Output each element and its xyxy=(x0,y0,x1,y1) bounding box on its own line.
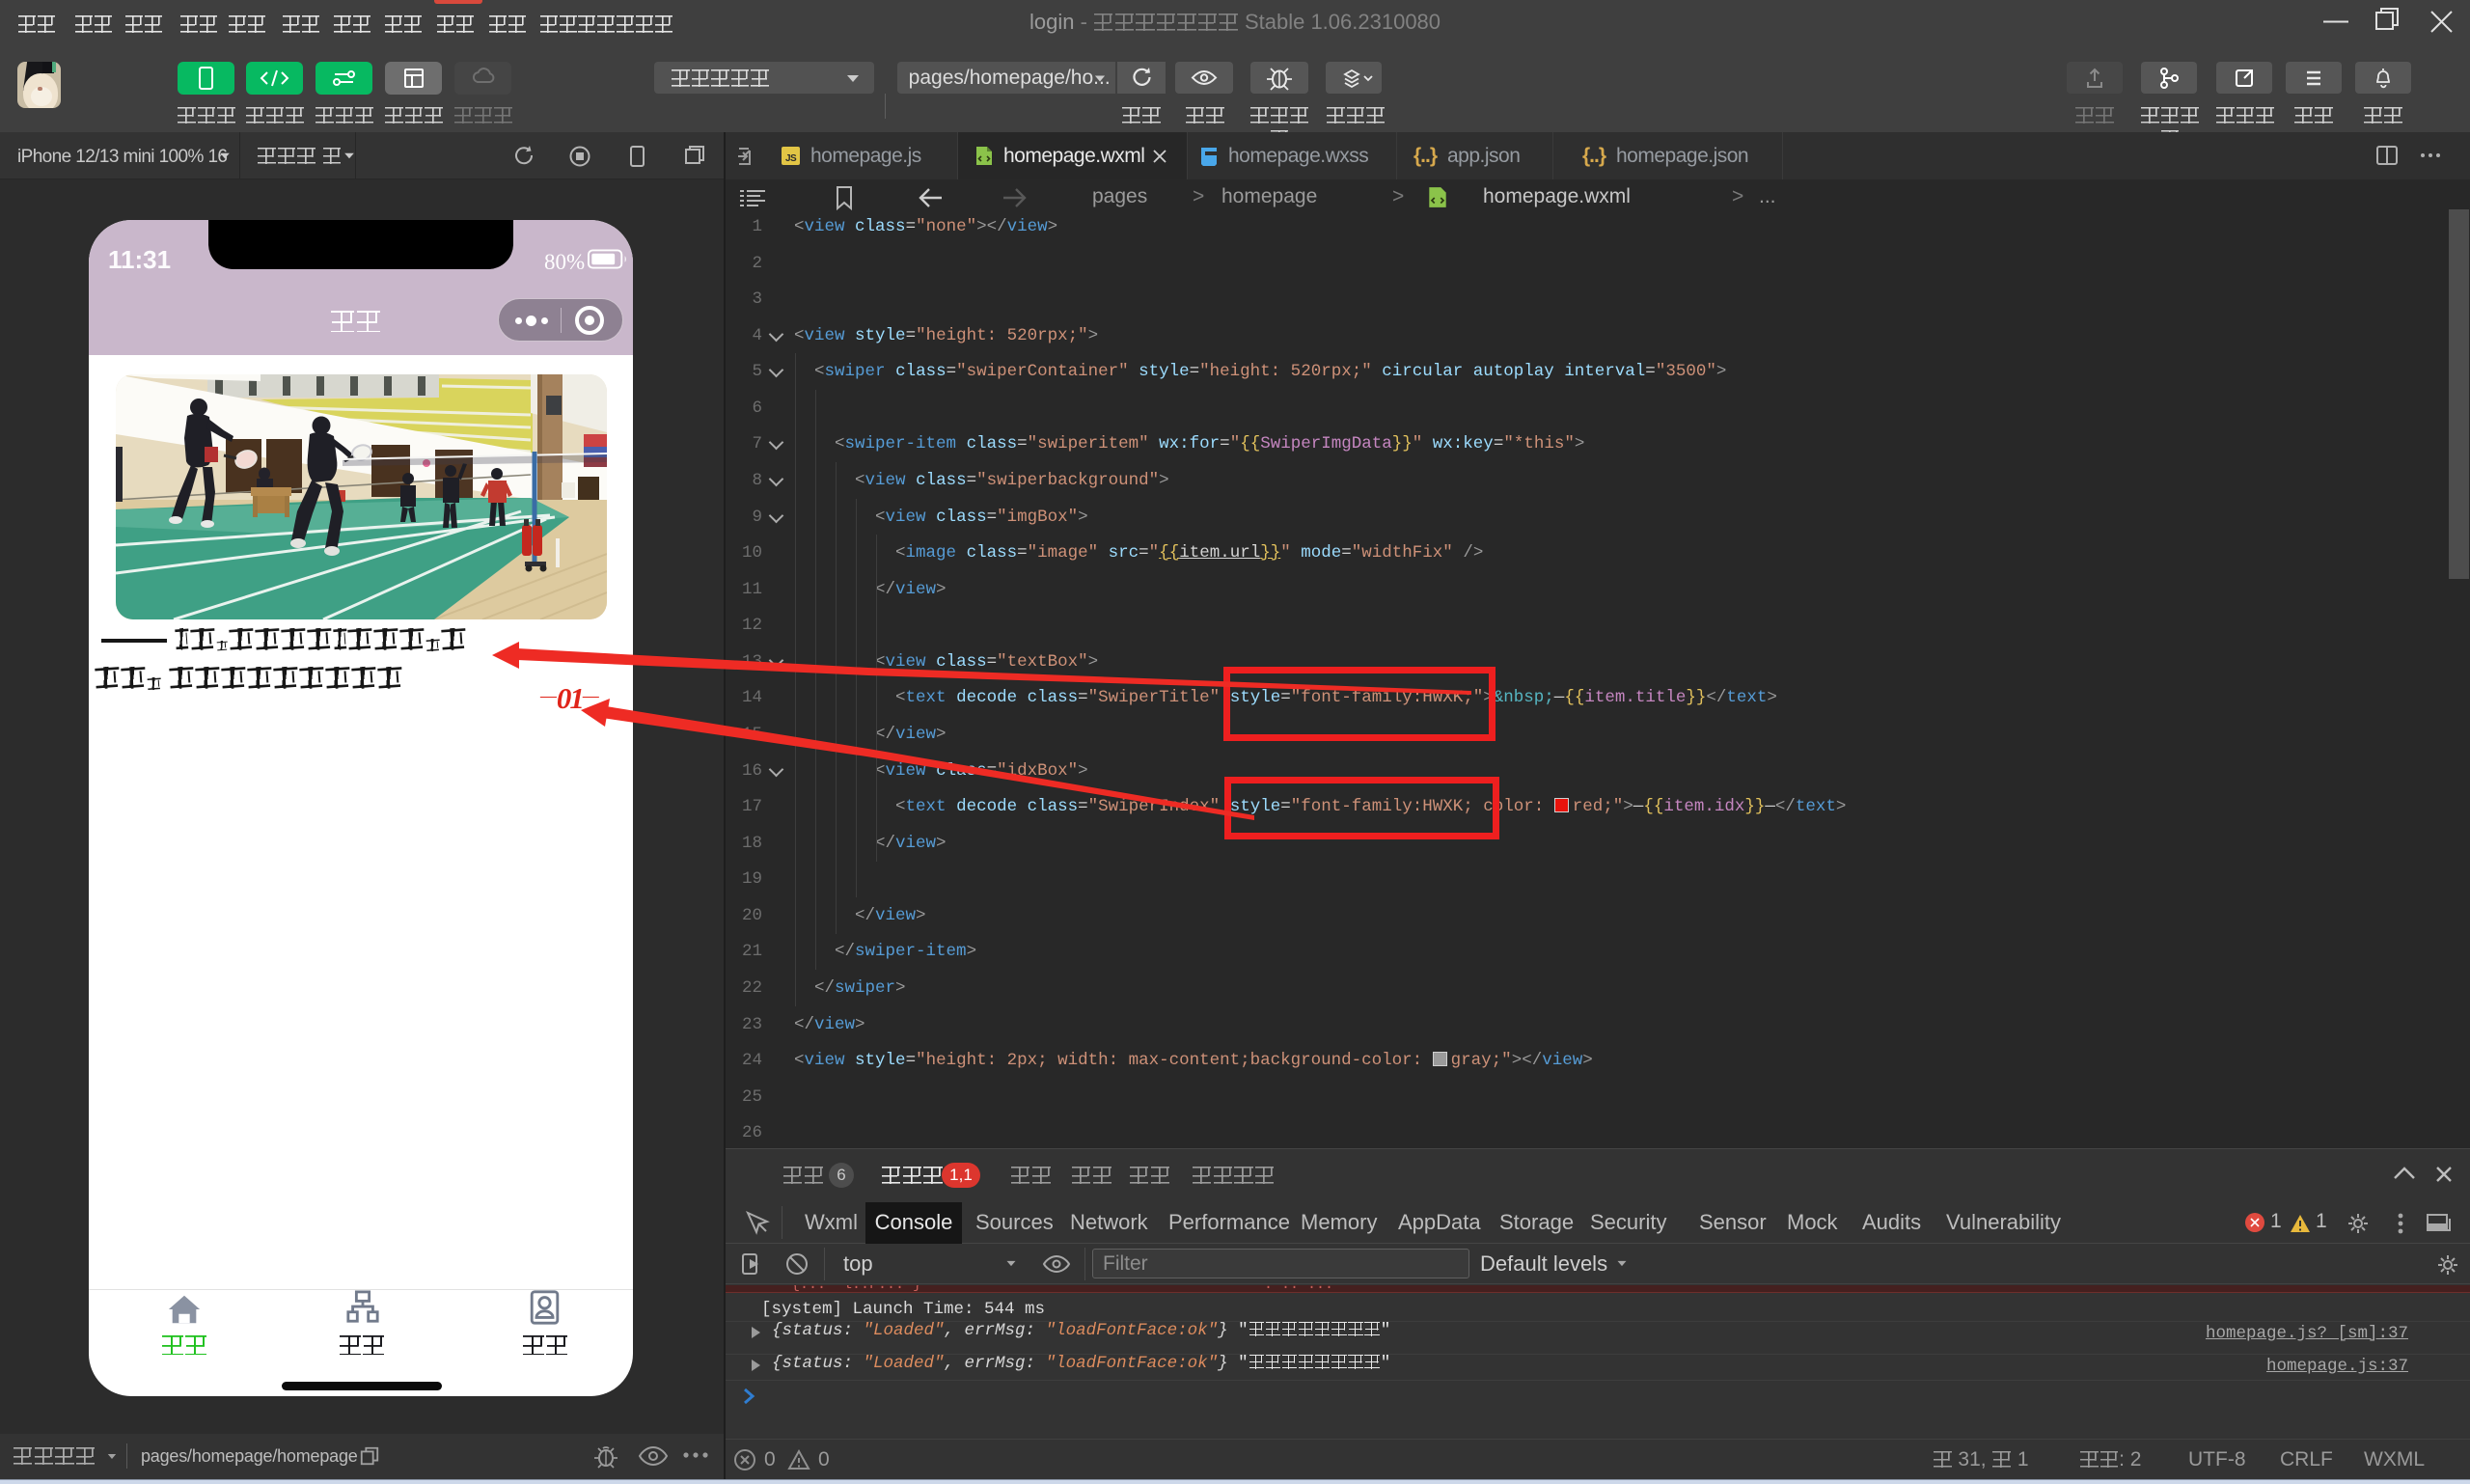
svg-text:JS: JS xyxy=(785,153,797,164)
